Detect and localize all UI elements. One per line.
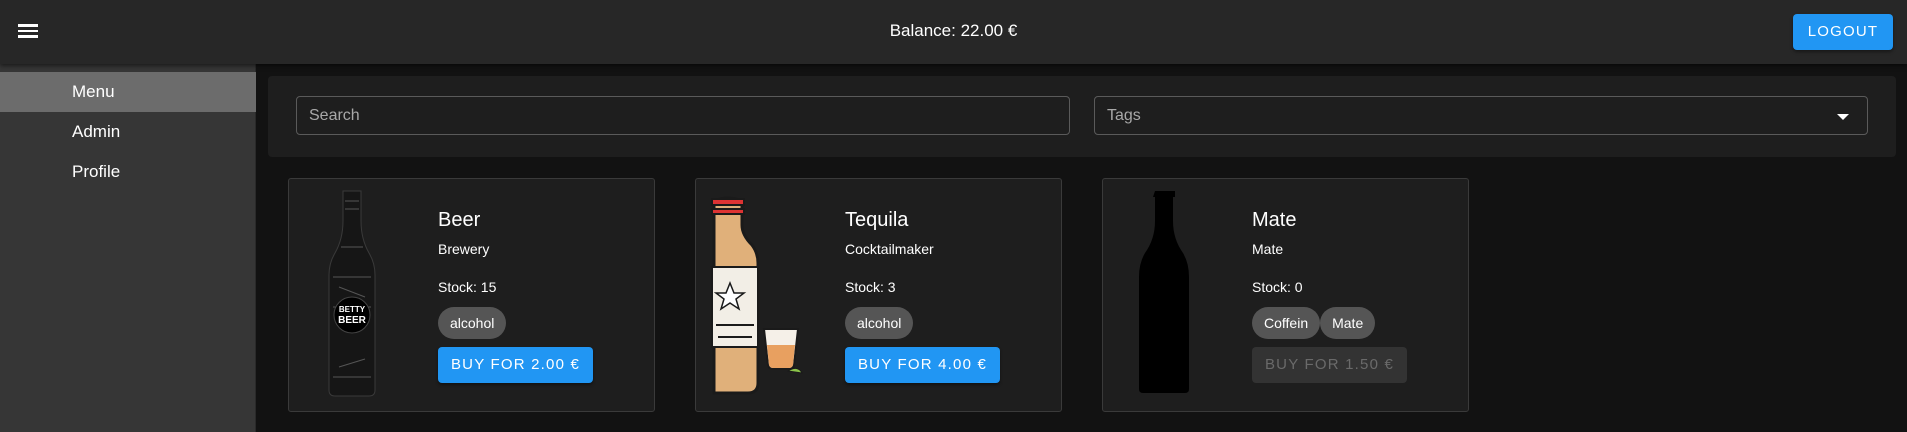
app-bar: Balance: 22.00 € LOGOUT	[0, 0, 1907, 64]
tequila-bottle-icon	[711, 196, 803, 395]
product-maker: Brewery	[438, 241, 490, 257]
mate-bottle-icon	[1139, 191, 1189, 393]
product-maker: Mate	[1252, 241, 1284, 257]
search-input[interactable]	[296, 96, 1070, 135]
sidebar-item-menu[interactable]: Menu	[0, 72, 256, 112]
caret-down-icon	[1837, 114, 1849, 120]
product-maker: Cocktailmaker	[845, 241, 934, 257]
logout-button[interactable]: LOGOUT	[1793, 14, 1893, 50]
beer-bottle-icon: BETTY BEER	[328, 190, 376, 397]
balance-display: Balance: 22.00 €	[889, 21, 1018, 40]
product-tags: Coffein Mate	[1252, 307, 1376, 339]
tag-chip[interactable]: Coffein	[1252, 307, 1321, 339]
bottle-brand-top: BETTY	[339, 305, 366, 314]
product-name: Beer	[438, 209, 481, 231]
tags-select-label: Tags	[1107, 107, 1141, 124]
product-card-mate: Mate Mate Stock: 0 Coffein Mate BUY FOR …	[1102, 178, 1469, 412]
buy-button-beer[interactable]: BUY FOR 2.00 €	[438, 347, 593, 383]
buy-button-tequila[interactable]: BUY FOR 4.00 €	[845, 347, 1000, 383]
filter-bar: Tags	[268, 76, 1896, 157]
tag-chip[interactable]: alcohol	[438, 307, 507, 339]
product-name: Tequila	[845, 209, 909, 231]
product-name: Mate	[1252, 209, 1297, 231]
tag-chip[interactable]: Mate	[1320, 307, 1376, 339]
sidebar-item-profile[interactable]: Profile	[0, 152, 256, 192]
product-tags: alcohol	[438, 307, 507, 339]
product-tags: alcohol	[845, 307, 914, 339]
sidebar-item-admin[interactable]: Admin	[0, 112, 256, 152]
navigation-drawer: Menu Admin Profile	[0, 64, 256, 432]
product-card-beer: BETTY BEER Beer Brewery Stock: 15 alcoho…	[288, 178, 655, 412]
product-stock: Stock: 15	[438, 279, 497, 295]
bottle-brand-bottom: BEER	[338, 315, 367, 326]
product-stock: Stock: 3	[845, 279, 896, 295]
tags-select[interactable]: Tags	[1094, 96, 1868, 135]
buy-button-mate: BUY FOR 1.50 €	[1252, 347, 1407, 383]
product-stock: Stock: 0	[1252, 279, 1303, 295]
tag-chip[interactable]: alcohol	[845, 307, 914, 339]
product-card-tequila: Tequila Cocktailmaker Stock: 3 alcohol B…	[695, 178, 1062, 412]
